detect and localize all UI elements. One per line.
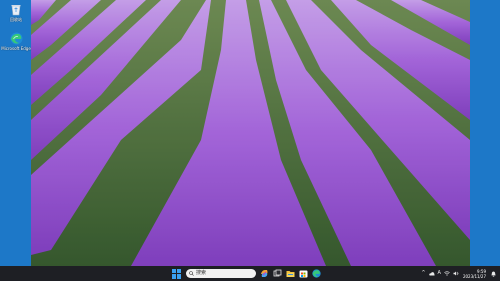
system-tray: ^ A 9:59 2023/11/27 <box>421 266 496 281</box>
taskbar-clock[interactable]: 9:59 2023/11/27 <box>463 269 486 279</box>
search-icon <box>189 271 194 276</box>
input-method-indicator[interactable]: A <box>438 266 441 281</box>
notification-bell-icon[interactable] <box>491 271 496 277</box>
wifi-icon[interactable] <box>444 271 450 276</box>
volume-icon[interactable] <box>453 271 459 276</box>
desktop-right-strip <box>470 0 500 266</box>
clock-date: 2023/11/27 <box>462 273 486 279</box>
desktop-icon-label: Microsoft Edge <box>1 46 31 51</box>
desktop-icon-recycle-bin[interactable]: 回收站 <box>2 2 30 22</box>
desktop-screen: 回收站 Microsoft Edge 搜索 ^ A 9:59 2023/11/2… <box>0 0 500 281</box>
recycle-bin-icon <box>9 2 23 16</box>
task-view-icon[interactable] <box>273 269 282 278</box>
taskbar: 搜索 ^ A 9:59 2023/11/27 <box>0 266 500 281</box>
desktop-icon-label: 回收站 <box>10 17 22 22</box>
edge-icon[interactable] <box>312 269 321 278</box>
chevron-up-icon[interactable]: ^ <box>421 266 425 281</box>
cloud-icon[interactable] <box>428 271 435 276</box>
windows-start-icon[interactable] <box>171 268 182 279</box>
wallpaper-lavender-field <box>31 0 470 266</box>
taskbar-search-input[interactable]: 搜索 <box>186 269 256 278</box>
copilot-icon[interactable] <box>260 269 269 278</box>
desktop-icon-edge[interactable]: Microsoft Edge <box>1 31 31 51</box>
microsoft-store-icon[interactable] <box>299 269 308 278</box>
taskbar-center: 搜索 <box>171 266 321 281</box>
search-placeholder: 搜索 <box>196 270 207 276</box>
edge-icon <box>9 31 23 45</box>
file-explorer-icon[interactable] <box>286 269 295 278</box>
